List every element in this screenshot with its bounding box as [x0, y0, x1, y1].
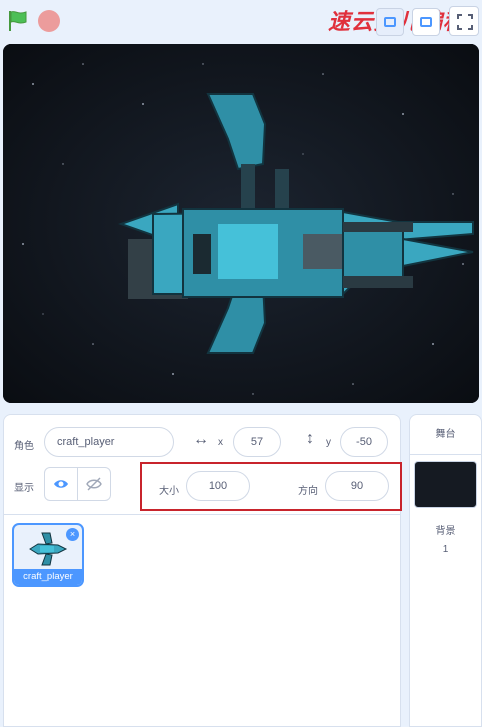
y-label: y [326, 437, 331, 448]
show-label: 显示 [14, 483, 34, 494]
sprite-panel: 角色 craft_player ↔ x 57 ↕ y -50 显示 大小 100… [3, 414, 402, 727]
direction-label: 方向 [298, 486, 318, 497]
small-stage-button[interactable] [376, 8, 404, 36]
direction-input[interactable]: 90 [325, 471, 389, 501]
large-stage-icon [420, 17, 432, 27]
y-arrows-icon: ↕ [306, 430, 314, 447]
sprite-name-label: 角色 [14, 441, 34, 452]
sprite-thumbnail [29, 532, 68, 566]
eye-icon [54, 480, 68, 488]
hide-button[interactable] [77, 467, 111, 501]
size-input[interactable]: 100 [186, 471, 250, 501]
x-arrows-icon: ↔ [193, 431, 209, 448]
large-stage-button[interactable] [412, 8, 440, 36]
x-input[interactable]: 57 [233, 427, 281, 457]
eye-slash-icon [86, 477, 102, 491]
sprite-tile-name: craft_player [14, 569, 82, 585]
sprite-name-input[interactable]: craft_player [44, 427, 174, 457]
stage-panel: 舞台 背景 1 [409, 414, 482, 727]
fullscreen-icon [457, 14, 473, 30]
stage-canvas[interactable] [3, 44, 479, 403]
green-flag-icon[interactable] [6, 9, 30, 33]
stage-backdrop-thumbnail[interactable] [414, 461, 477, 508]
show-button[interactable] [44, 467, 78, 501]
x-label: x [218, 437, 223, 448]
stage-panel-title: 舞台 [410, 415, 481, 455]
backdrop-count: 1 [442, 544, 449, 555]
y-input[interactable]: -50 [340, 427, 388, 457]
delete-sprite-button[interactable]: × [66, 528, 79, 541]
backdrop-label: 背景 [435, 526, 456, 537]
fullscreen-button[interactable] [449, 6, 479, 36]
stage-header-bar: 速云少儿编程 [0, 0, 482, 44]
stop-icon[interactable] [38, 10, 60, 32]
size-label: 大小 [159, 486, 179, 497]
small-stage-icon [384, 17, 396, 27]
sprite-info: 角色 craft_player ↔ x 57 ↕ y -50 显示 大小 100… [4, 415, 402, 515]
